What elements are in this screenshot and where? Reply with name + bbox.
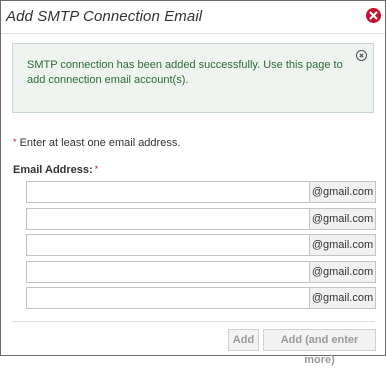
email-input[interactable] (26, 287, 309, 309)
add-and-enter-more-button[interactable]: Add (and enter more) (263, 329, 376, 366)
add-smtp-email-dialog: Add SMTP Connection Email SMTP connectio… (0, 0, 386, 366)
email-input[interactable] (26, 234, 309, 256)
dismiss-icon[interactable] (356, 50, 367, 61)
required-star: * (94, 164, 99, 174)
email-row: @gmail.com (26, 208, 376, 230)
email-input[interactable] (26, 208, 309, 230)
email-row: @gmail.com (26, 234, 376, 256)
email-input[interactable] (26, 261, 309, 283)
footer-divider (12, 321, 375, 322)
email-domain-suffix: @gmail.com (309, 234, 376, 256)
email-row: @gmail.com (26, 181, 376, 203)
email-domain-suffix: @gmail.com (309, 261, 376, 283)
required-note: * Enter at least one email address. (13, 137, 180, 149)
success-alert: SMTP connection has been added successfu… (12, 43, 374, 113)
email-domain-suffix: @gmail.com (309, 208, 376, 230)
add-button[interactable]: Add (228, 329, 259, 351)
close-icon[interactable] (366, 8, 381, 23)
email-row: @gmail.com (26, 261, 376, 283)
dialog-title: Add SMTP Connection Email (6, 8, 203, 25)
dialog-header: Add SMTP Connection Email (1, 1, 385, 34)
email-address-label: Email Address: * (13, 164, 98, 176)
alert-message: SMTP connection has been added successfu… (27, 59, 343, 86)
required-note-text: Enter at least one email address. (16, 137, 181, 149)
email-domain-suffix: @gmail.com (309, 287, 376, 309)
email-row: @gmail.com (26, 287, 376, 309)
email-input[interactable] (26, 181, 309, 203)
email-domain-suffix: @gmail.com (309, 181, 376, 203)
email-label-text: Email Address: (13, 164, 93, 176)
